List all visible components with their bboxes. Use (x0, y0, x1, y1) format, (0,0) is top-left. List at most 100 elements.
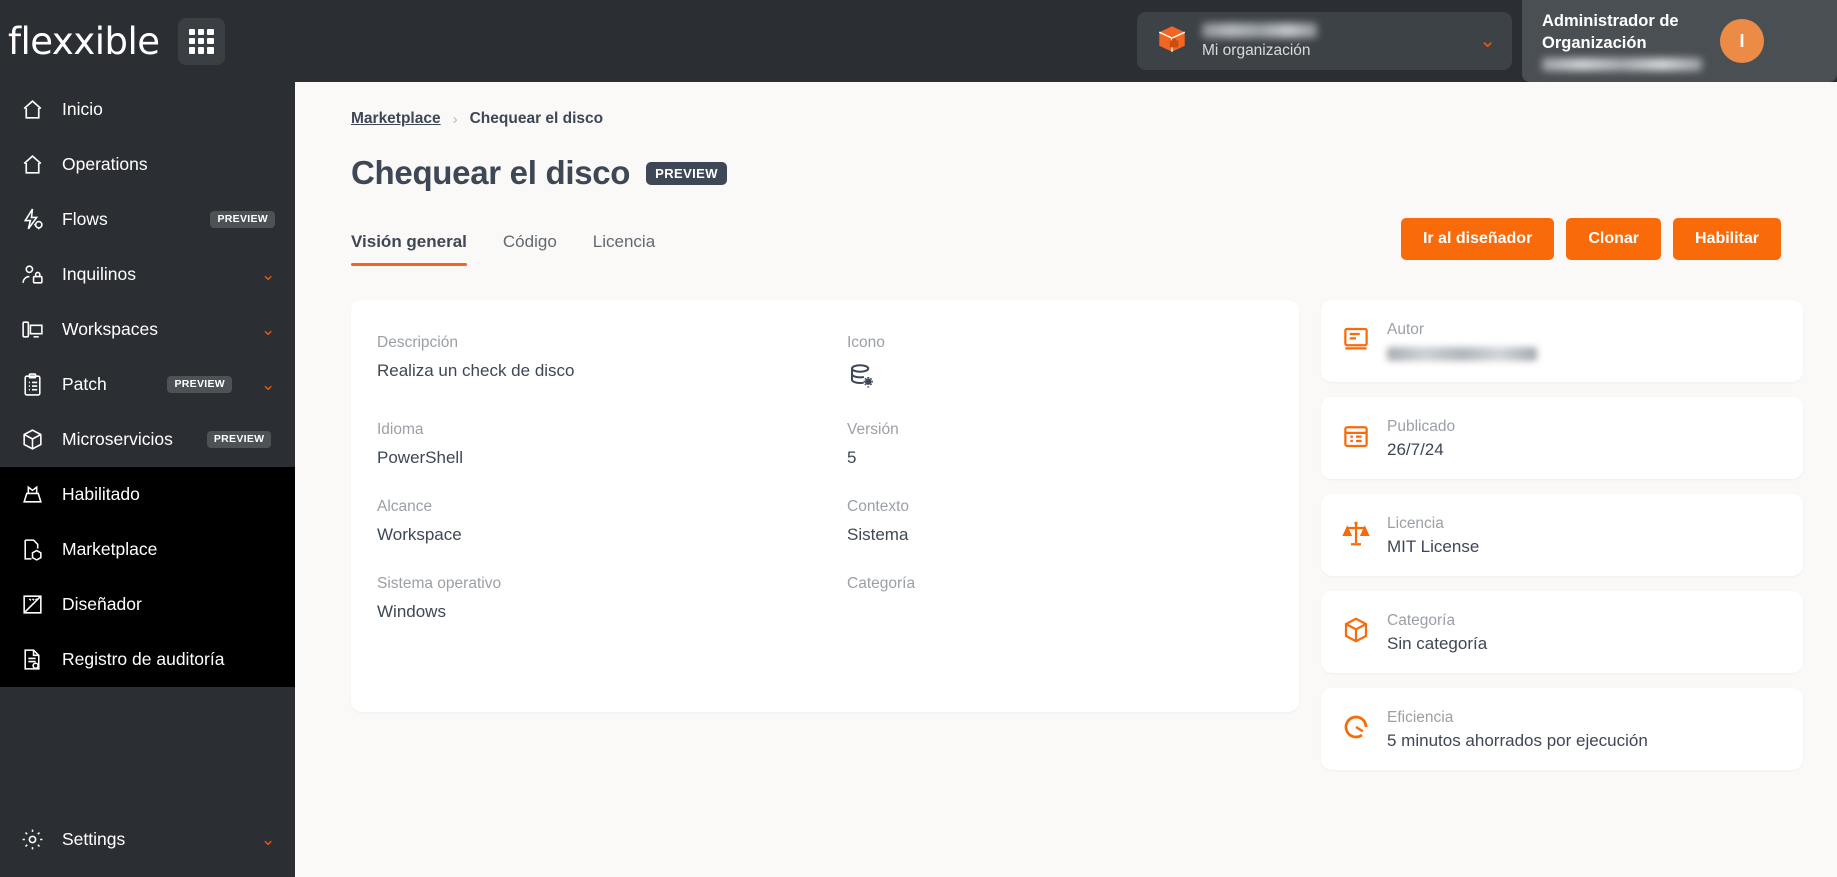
main-content: Marketplace › Chequear el disco Chequear… (295, 82, 1837, 877)
sidebar-item-habilitado[interactable]: Habilitado (0, 467, 295, 522)
author-book-icon (1341, 324, 1371, 354)
field-value: Windows (377, 602, 446, 621)
cube-icon (20, 427, 45, 452)
chevron-down-icon[interactable]: ⌄ (261, 321, 275, 338)
field-label: Contexto (847, 498, 910, 515)
sidebar-item-registro-auditoria[interactable]: Registro de auditoría (0, 632, 295, 687)
home-icon (20, 97, 45, 122)
user-profile-menu[interactable]: Administrador de Organización I (1522, 0, 1837, 82)
info-card-value: 26/7/24 (1387, 440, 1444, 459)
flow-bolt-icon (20, 207, 45, 232)
field-label: Categoría (847, 575, 916, 592)
sidebar-item-settings[interactable]: Settings ⌄ (0, 812, 295, 867)
sidebar-item-operations[interactable]: Operations (0, 137, 295, 192)
sidebar-item-label: Flows (62, 209, 108, 229)
sidebar-item-label: Diseñador (62, 594, 142, 614)
field-label: Sistema operativo (377, 575, 502, 592)
organization-selector[interactable]: Mi organización ⌄ (1137, 12, 1512, 70)
flexxible-logo: flexxible (8, 19, 160, 63)
overview-card: Descripción Realiza un check de disco Ic… (351, 300, 1299, 712)
field-label: Idioma (377, 421, 424, 438)
breadcrumb-separator: › (452, 110, 458, 128)
scales-icon (1341, 518, 1371, 548)
sidebar-item-label: Inquilinos (62, 264, 136, 284)
tab-licencia[interactable]: Licencia (593, 232, 655, 266)
sidebar-item-disenador[interactable]: Diseñador (0, 577, 295, 632)
tab-codigo[interactable]: Código (503, 232, 557, 266)
user-role-line1: Administrador de (1542, 12, 1679, 31)
database-gear-icon (847, 361, 1259, 391)
tenants-icon (20, 262, 45, 287)
info-card-value-redacted (1387, 347, 1537, 361)
gear-icon (20, 827, 45, 852)
chevron-down-icon[interactable]: ⌄ (261, 266, 275, 283)
field-value: 5 (847, 448, 857, 467)
calendar-icon (1341, 421, 1371, 451)
info-card-texts: Categoría Sin categoría (1387, 609, 1487, 654)
page-title-row: Chequear el disco PREVIEW (295, 128, 1837, 192)
sidebar-item-label: Patch (62, 374, 107, 394)
field-idioma: Idioma PowerShell (377, 421, 847, 468)
app-root: flexxible Mi organización ⌄ Administrado… (0, 0, 1837, 877)
field-label: Alcance (377, 498, 433, 515)
sidebar-item-label: Microservicios (62, 429, 173, 449)
preview-badge: PREVIEW (167, 376, 232, 393)
field-label: Icono (847, 334, 885, 351)
grid-apps-icon[interactable] (177, 17, 225, 65)
sidebar-item-inquilinos[interactable]: Inquilinos ⌄ (0, 247, 295, 302)
info-card-texts: Publicado 26/7/24 (1387, 415, 1455, 460)
info-card-label: Autor (1387, 321, 1425, 338)
preview-badge: PREVIEW (210, 211, 275, 228)
field-label: Descripción (377, 334, 458, 351)
info-card-label: Licencia (1387, 515, 1444, 532)
breadcrumb: Marketplace › Chequear el disco (295, 82, 1837, 128)
sidebar-item-patch[interactable]: Patch PREVIEW ⌄ (0, 357, 295, 412)
field-icono: Icono (847, 334, 1259, 391)
preview-badge: PREVIEW (206, 431, 272, 448)
breadcrumb-parent-link[interactable]: Marketplace (351, 110, 441, 128)
chevron-down-icon[interactable]: ⌄ (1479, 31, 1496, 51)
sidebar-item-label: Registro de auditoría (62, 649, 225, 669)
info-card-texts: Licencia MIT License (1387, 512, 1479, 557)
brand-zone: flexxible (0, 17, 295, 65)
field-value: Workspace (377, 525, 462, 544)
sidebar-item-flows[interactable]: Flows PREVIEW (0, 192, 295, 247)
field-contexto: Contexto Sistema (847, 498, 1259, 545)
sidebar-submenu-microservicios: Habilitado Marketplace Diseñador Registr… (0, 467, 295, 687)
user-role-line2: Organización (1542, 33, 1647, 52)
breadcrumb-current: Chequear el disco (469, 110, 604, 127)
field-value: PowerShell (377, 448, 463, 467)
sidebar-item-label: Operations (62, 154, 148, 174)
info-card-label: Publicado (1387, 418, 1456, 435)
info-card-label: Eficiencia (1387, 709, 1454, 726)
organization-texts: Mi organización (1202, 22, 1466, 60)
info-card-publicado: Publicado 26/7/24 (1321, 397, 1803, 479)
sidebar-item-label: Workspaces (62, 319, 158, 339)
field-label: Versión (847, 421, 899, 438)
chevron-down-icon[interactable]: ⌄ (261, 376, 275, 393)
field-value: Sistema (847, 525, 909, 544)
field-categoria: Categoría (847, 575, 1259, 622)
box-icon (1341, 615, 1371, 645)
info-card-categoria: Categoría Sin categoría (1321, 591, 1803, 673)
tabs-and-actions-row: Visión general Código Licencia Ir al dis… (295, 192, 1837, 266)
sidebar-item-microservicios[interactable]: Microservicios PREVIEW ⌃ (0, 412, 295, 467)
home-icon (20, 152, 45, 177)
tab-list: Visión general Código Licencia (351, 232, 655, 266)
field-descripcion: Descripción Realiza un check de disco (377, 334, 847, 391)
sidebar: Inicio Operations Flows PREVIEW Inquilin… (0, 82, 295, 877)
info-cards-column: Autor Publicado 26/7/24 Licencia MIT Lic… (1321, 300, 1803, 877)
tab-vision-general[interactable]: Visión general (351, 232, 467, 266)
sidebar-item-workspaces[interactable]: Workspaces ⌄ (0, 302, 295, 357)
avatar[interactable]: I (1720, 19, 1764, 63)
sidebar-item-inicio[interactable]: Inicio (0, 82, 295, 137)
habilitar-button[interactable]: Habilitar (1672, 218, 1781, 260)
info-card-texts: Eficiencia 5 minutos ahorrados por ejecu… (1387, 706, 1648, 751)
clonar-button[interactable]: Clonar (1566, 218, 1661, 260)
sidebar-item-marketplace[interactable]: Marketplace (0, 522, 295, 577)
marketplace-icon (20, 537, 45, 562)
info-card-value: MIT License (1387, 537, 1480, 556)
ir-al-disenador-button[interactable]: Ir al diseñador (1400, 218, 1555, 260)
sidebar-item-label: Settings (62, 829, 126, 849)
chevron-down-icon[interactable]: ⌄ (261, 831, 275, 848)
